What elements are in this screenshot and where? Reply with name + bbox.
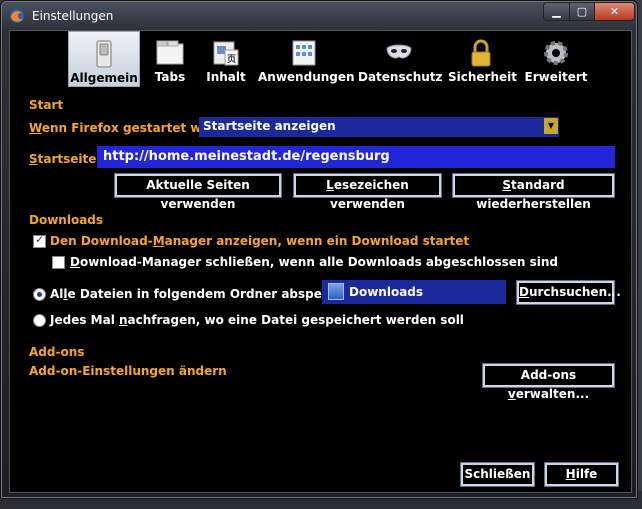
save-to-folder-radio[interactable]	[33, 288, 46, 301]
show-download-manager-checkbox[interactable]	[33, 233, 46, 248]
folder-icon	[328, 283, 344, 300]
label-text: anager anzeigen, wenn ein Download start…	[164, 234, 470, 248]
tab-anwendungen[interactable]: Anwendungen	[258, 31, 355, 87]
startup-label: Wenn Firefox gestartet wird:	[29, 121, 225, 135]
button-text: ilfe	[575, 467, 598, 481]
manage-addons-button[interactable]: Add-ons verwalten...	[482, 363, 615, 401]
firefox-icon	[10, 9, 24, 23]
label-text: ownload-Manager schließen, wenn alle Dow…	[79, 255, 559, 269]
label-text: enn Firefox gestartet wird:	[41, 121, 225, 135]
always-ask-label[interactable]: Jedes Mal nachfragen, wo eine Datei gesp…	[50, 313, 464, 327]
mnemonic: L	[326, 178, 334, 192]
category-toolbar: Allgemein Tabs 页 Inhalt Anwendungen Date…	[10, 31, 631, 87]
startup-select[interactable]: Startseite anzeigen ▼	[199, 117, 559, 137]
restore-default-button[interactable]: Standard wiederherstellen	[452, 173, 615, 211]
mnemonic: n	[118, 313, 128, 327]
help-button[interactable]: Hilfe	[544, 462, 619, 487]
tab-label: Erweitert	[524, 70, 588, 84]
close-download-manager-label[interactable]: Download-Manager schließen, wenn alle Do…	[70, 255, 558, 269]
tab-label: Tabs	[154, 70, 186, 84]
mnemonic: S	[502, 178, 512, 192]
label-text: Jedes Mal	[50, 313, 119, 327]
tab-inhalt[interactable]: 页 Inhalt	[202, 31, 250, 87]
chevron-down-icon[interactable]: ▼	[544, 118, 558, 134]
title-bar: Einstellungen ▁ ▢ ✕	[1, 1, 637, 31]
tab-datenschutz[interactable]: Datenschutz	[358, 31, 443, 87]
select-value: Startseite anzeigen	[203, 119, 336, 133]
use-current-pages-button[interactable]: Aktuelle Seiten verwenden	[114, 173, 282, 211]
label-text: tartseite:	[37, 152, 102, 166]
mnemonic: S	[29, 152, 38, 166]
button-text: erwalten...	[515, 387, 590, 401]
gear-icon	[544, 41, 568, 65]
label-text: Al	[50, 287, 64, 301]
mnemonic: D	[70, 255, 80, 269]
minimize-button[interactable]: ▁	[543, 2, 570, 21]
always-ask-radio[interactable]	[33, 314, 46, 327]
button-text: esezeichen verwenden	[330, 178, 409, 211]
downloads-heading: Downloads	[29, 213, 104, 227]
tab-allgemein[interactable]: Allgemein	[68, 31, 140, 87]
tab-label: Inhalt	[206, 70, 246, 84]
browse-button[interactable]: Durchsuchen...	[516, 280, 621, 305]
download-folder-field[interactable]: Downloads	[322, 280, 506, 304]
button-text: urchsuchen...	[528, 285, 621, 299]
switch-icon	[96, 40, 112, 68]
use-bookmark-button[interactable]: Lesezeichen verwenden	[293, 173, 442, 211]
tab-label: Anwendungen	[258, 70, 355, 84]
label-text: Den Download-	[50, 234, 153, 248]
settings-window: Einstellungen ▁ ▢ ✕ Allgemein Tabs 页 Inh…	[0, 0, 638, 499]
show-download-manager-label[interactable]: Den Download-Manager anzeigen, wenn ein …	[50, 234, 469, 248]
window-title: Einstellungen	[32, 9, 114, 23]
mnemonic: D	[519, 285, 529, 299]
addons-description: Add-on-Einstellungen ändern	[29, 364, 227, 378]
label-text: achfragen, wo eine Datei gespeichert wer…	[127, 313, 464, 327]
mnemonic: M	[152, 234, 165, 248]
homepage-input[interactable]: http://home.meinestadt.de/regensburg	[97, 146, 615, 168]
lock-icon	[471, 39, 491, 67]
mask-icon	[386, 44, 412, 59]
settings-pane: Allgemein Tabs 页 Inhalt Anwendungen Date…	[9, 30, 632, 493]
tab-sicherheit[interactable]: Sicherheit	[448, 31, 517, 87]
tabs-icon	[156, 40, 184, 65]
close-download-manager-checkbox[interactable]	[52, 256, 65, 269]
maximize-button[interactable]: ▢	[569, 2, 595, 21]
tab-label: Datenschutz	[358, 70, 443, 84]
tab-label: Sicherheit	[448, 70, 517, 84]
tab-tabs[interactable]: Tabs	[144, 31, 196, 87]
button-text: tandard wiederherstellen	[476, 178, 591, 211]
svg-text:页: 页	[227, 54, 236, 65]
close-button[interactable]: Schließen	[460, 462, 535, 487]
mnemonic: v	[507, 387, 516, 401]
homepage-label: Startseite:	[29, 152, 101, 166]
applications-icon	[292, 40, 316, 66]
tab-label: Allgemein	[70, 71, 138, 85]
mnemonic: W	[29, 121, 42, 135]
addons-heading: Add-ons	[29, 345, 85, 359]
folder-name: Downloads	[349, 285, 424, 299]
content-icon: 页	[213, 41, 239, 66]
tab-erweitert[interactable]: Erweitert	[522, 31, 590, 87]
start-heading: Start	[29, 98, 64, 112]
close-window-button[interactable]: ✕	[594, 2, 635, 21]
button-text: Add-ons	[520, 368, 577, 382]
mnemonic: H	[565, 467, 576, 481]
